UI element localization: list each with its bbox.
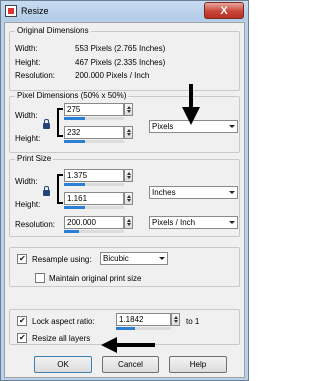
arrow-down-icon [182, 84, 200, 125]
arrow-left-icon [101, 337, 155, 353]
resize-dialog: Resize X Original Dimensions Width: 553 … [0, 0, 249, 381]
annotation-arrows [101, 84, 200, 353]
